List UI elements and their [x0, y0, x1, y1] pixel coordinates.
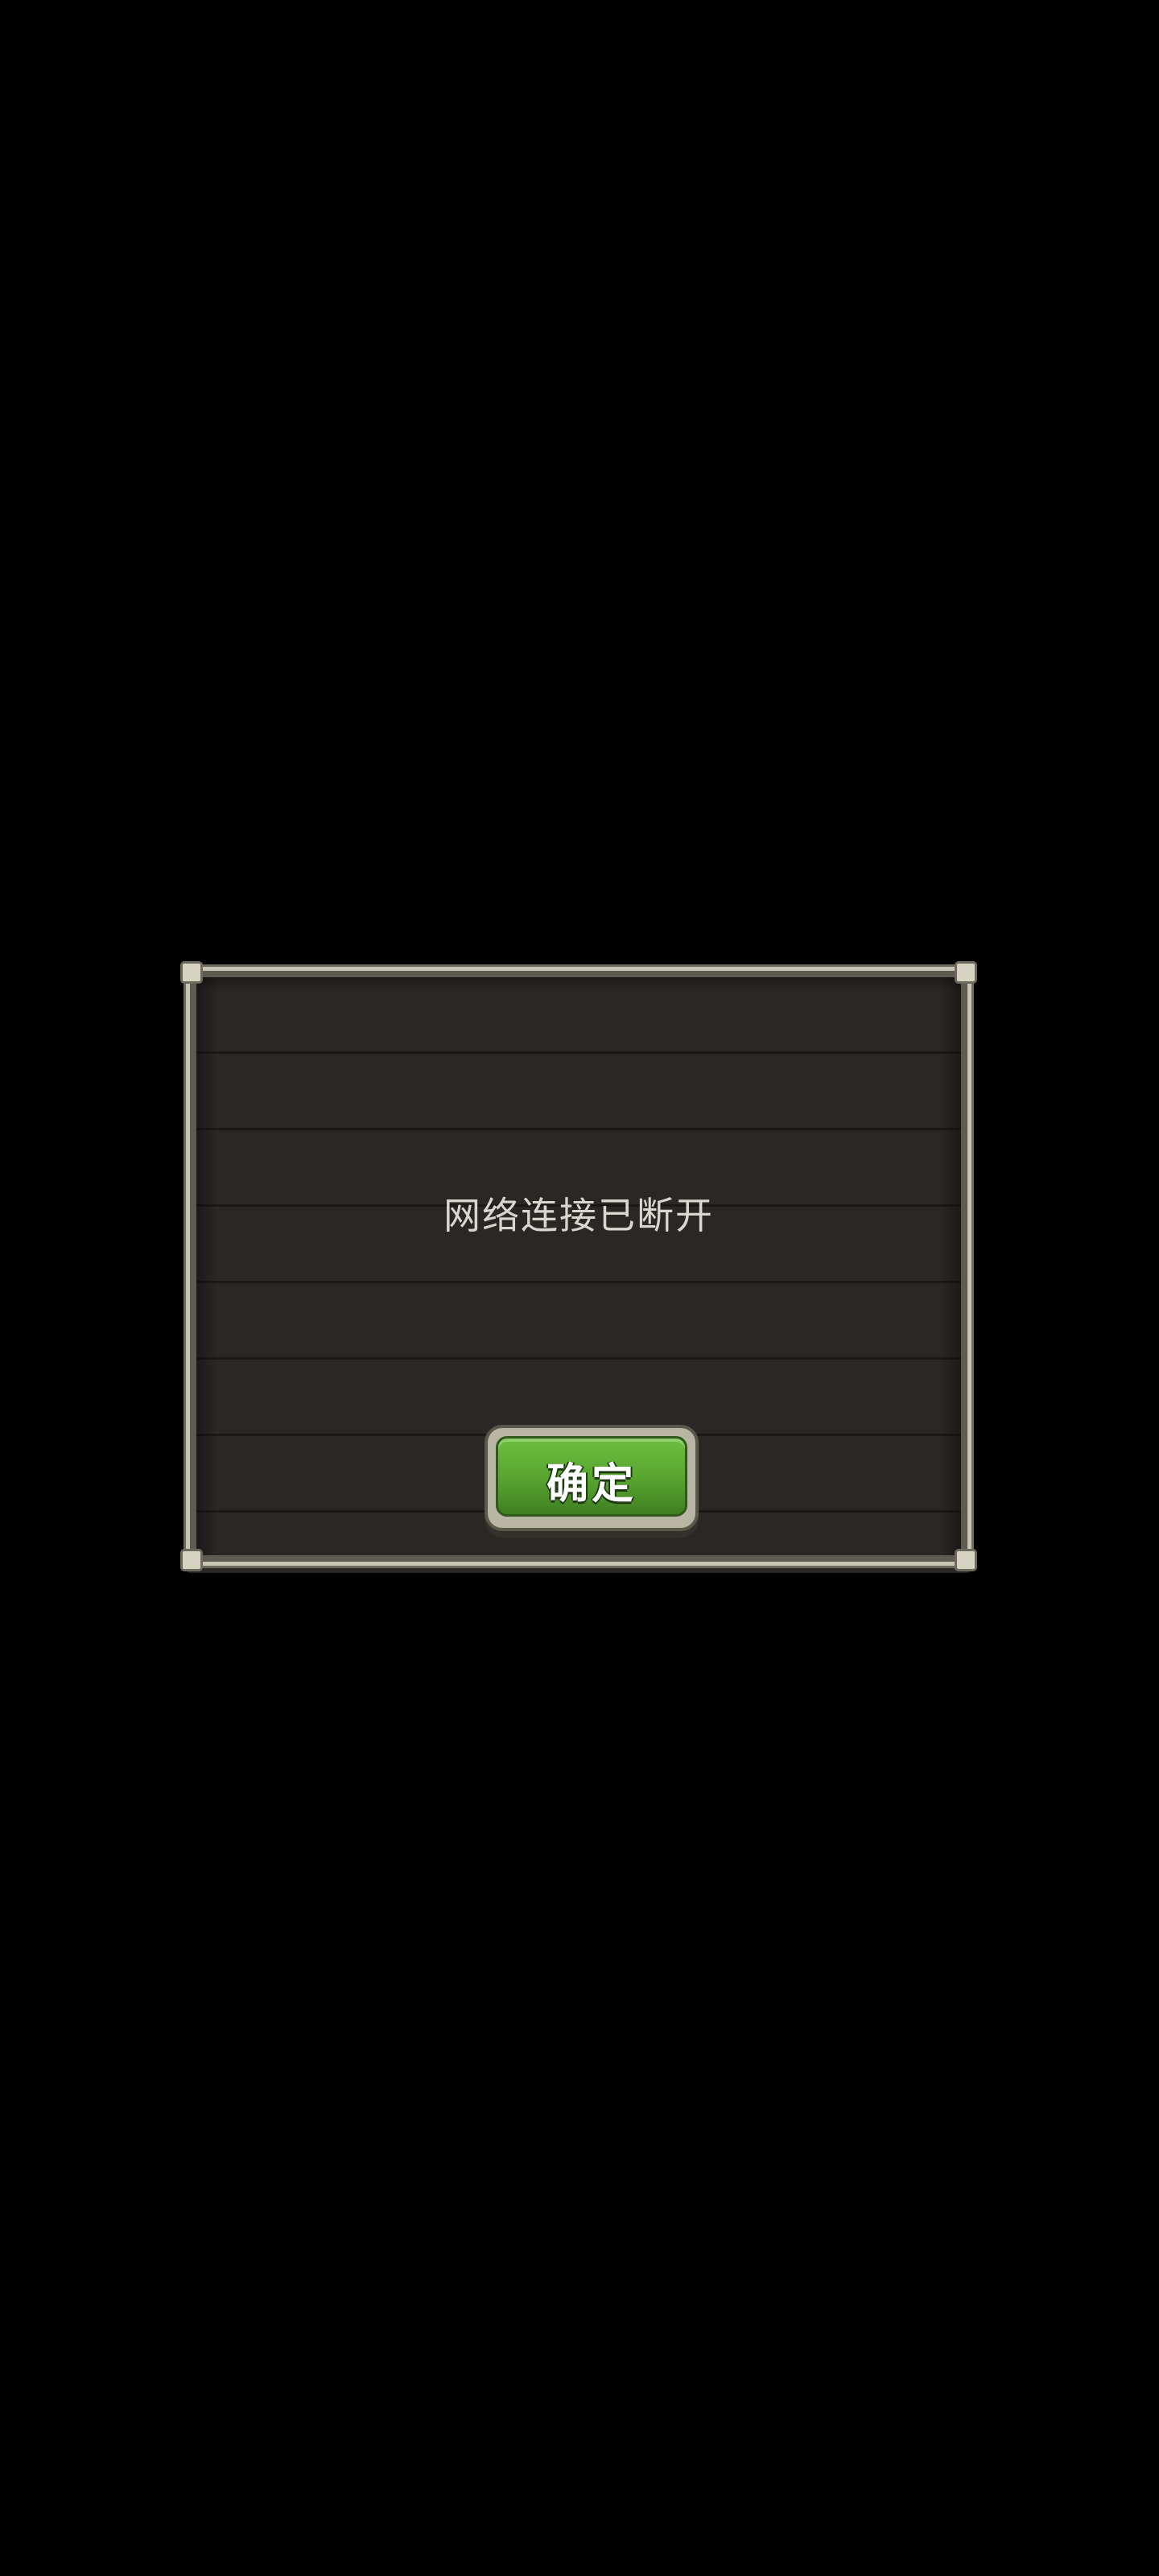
frame-corner-stone — [955, 1549, 977, 1571]
dialog-message: 网络连接已断开 — [443, 1194, 714, 1237]
confirm-button[interactable]: 确定 — [485, 1425, 699, 1531]
frame-corner-stone — [180, 1549, 203, 1571]
confirm-button-face: 确定 — [496, 1436, 687, 1517]
frame-corner-stone — [180, 961, 203, 984]
network-disconnected-dialog: 网络连接已断开 确定 — [180, 961, 977, 1571]
confirm-button-label: 确定 — [546, 1460, 637, 1509]
frame-corner-stone — [955, 961, 977, 984]
game-screen: 网络连接已断开 确定 — [0, 0, 1159, 2576]
wooden-board-background: 网络连接已断开 确定 — [196, 977, 961, 1555]
